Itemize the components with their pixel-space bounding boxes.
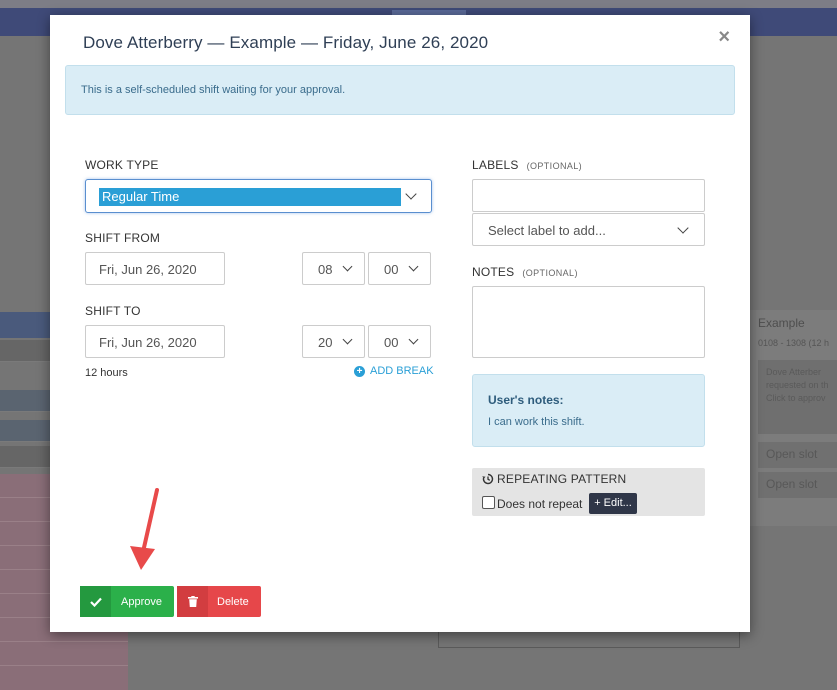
bottom-box xyxy=(438,632,740,648)
left-column-header xyxy=(0,312,50,338)
shift-from-minute-select[interactable]: 00 xyxy=(368,252,431,285)
labels-label: LABELS xyxy=(472,158,519,172)
shift-from-hour-value: 08 xyxy=(318,262,333,277)
history-icon xyxy=(482,473,494,485)
card-line: Dove Atterber xyxy=(766,367,822,377)
app-topbar xyxy=(0,0,837,8)
left-row xyxy=(0,390,50,412)
approve-label: Approve xyxy=(121,596,162,608)
right-panel-subtitle: 0108 - 1308 (12 h xyxy=(758,338,830,348)
shift-approval-modal: Dove Atterberry — Example — Friday, June… xyxy=(50,15,750,632)
modal-title: Dove Atterberry — Example — Friday, June… xyxy=(83,33,489,52)
user-notes-heading: User's notes: xyxy=(488,393,564,407)
repeating-pattern-label: REPEATING PATTERN xyxy=(497,472,627,486)
notes-textarea[interactable] xyxy=(472,286,705,358)
left-row xyxy=(0,340,50,362)
chevron-down-icon xyxy=(408,261,419,272)
right-panel-card: Dove Atterber requested on th Click to a… xyxy=(758,360,837,434)
chevron-down-icon xyxy=(342,261,353,272)
notes-label: NOTES xyxy=(472,265,515,279)
shift-to-date-input[interactable]: Fri, Jun 26, 2020 xyxy=(85,325,225,358)
does-not-repeat-checkbox[interactable] xyxy=(482,496,495,509)
add-break-label: ADD BREAK xyxy=(370,365,434,377)
chevron-down-icon xyxy=(405,188,417,200)
shift-to-hour-value: 20 xyxy=(318,335,333,350)
labels-select[interactable]: Select label to add... xyxy=(472,213,705,246)
work-type-label: WORK TYPE xyxy=(85,158,159,172)
notes-heading: NOTES (OPTIONAL) xyxy=(472,265,578,279)
shift-duration: 12 hours xyxy=(85,367,128,379)
chevron-down-icon xyxy=(342,334,353,345)
chevron-down-icon xyxy=(677,222,689,234)
edit-repeat-button[interactable]: + Edit... xyxy=(589,493,637,514)
open-slot: Open slot xyxy=(758,472,837,498)
repeating-pattern-panel: REPEATING PATTERN Does not repeat + Edit… xyxy=(472,468,705,516)
shift-from-hour-select[interactable]: 08 xyxy=(302,252,365,285)
labels-heading: LABELS (OPTIONAL) xyxy=(472,158,582,172)
approve-button[interactable]: Approve xyxy=(80,586,174,617)
card-line: Click to approv xyxy=(766,393,826,403)
does-not-repeat-label: Does not repeat xyxy=(497,497,583,511)
labels-optional: (OPTIONAL) xyxy=(526,161,583,171)
user-notes-text: I can work this shift. xyxy=(488,416,585,428)
left-row xyxy=(0,446,50,468)
close-button[interactable]: × xyxy=(718,27,730,47)
work-type-value: Regular Time xyxy=(99,188,401,206)
shift-from-label: SHIFT FROM xyxy=(85,231,161,245)
info-alert: This is a self-scheduled shift waiting f… xyxy=(65,65,735,115)
shift-to-label: SHIFT TO xyxy=(85,304,141,318)
open-slot: Open slot xyxy=(758,442,837,468)
shift-to-hour-select[interactable]: 20 xyxy=(302,325,365,358)
labels-select-placeholder: Select label to add... xyxy=(488,223,606,238)
notes-optional: (OPTIONAL) xyxy=(522,268,578,278)
labels-input[interactable] xyxy=(472,179,705,212)
plus-circle-icon: + xyxy=(354,365,365,377)
work-type-select[interactable]: Regular Time xyxy=(85,179,432,213)
shift-from-minute-value: 00 xyxy=(384,262,399,277)
add-break-button[interactable]: + ADD BREAK xyxy=(354,365,434,377)
trash-icon xyxy=(177,586,208,617)
delete-button[interactable]: Delete xyxy=(177,586,261,617)
right-panel-title: Example xyxy=(758,316,805,330)
shift-from-date-input[interactable]: Fri, Jun 26, 2020 xyxy=(85,252,225,285)
repeating-pattern-heading: REPEATING PATTERN xyxy=(482,472,626,486)
shift-to-minute-select[interactable]: 00 xyxy=(368,325,431,358)
card-line: requested on th xyxy=(766,380,829,390)
shift-to-minute-value: 00 xyxy=(384,335,399,350)
chevron-down-icon xyxy=(408,334,419,345)
user-notes-panel: User's notes: I can work this shift. xyxy=(472,374,705,447)
delete-label: Delete xyxy=(217,596,249,608)
left-row xyxy=(0,420,50,442)
check-icon xyxy=(80,586,111,617)
